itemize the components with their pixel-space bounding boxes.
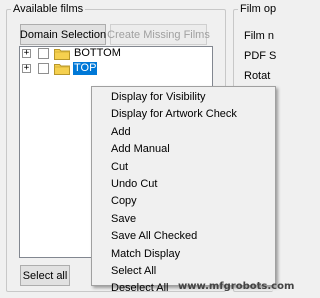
menu-item-undo-cut[interactable]: Undo Cut — [93, 176, 274, 193]
expand-icon[interactable]: + — [22, 49, 31, 58]
film-options-title: Film op — [238, 2, 279, 16]
context-menu: Display for Visibility Display for Artwo… — [91, 86, 276, 294]
watermark: www.mfgrobots.com — [178, 281, 295, 292]
available-films-title: Available films — [11, 2, 86, 16]
menu-item-cut[interactable]: Cut — [93, 159, 274, 176]
folder-icon — [54, 49, 70, 60]
film-name-label: Film n — [244, 30, 274, 42]
tree-item-label[interactable]: BOTTOM — [73, 47, 122, 60]
expand-icon[interactable]: + — [22, 64, 31, 73]
tree-checkbox-bottom[interactable] — [38, 48, 49, 59]
pdf-label: PDF S — [244, 50, 277, 62]
menu-item-display-artwork-check[interactable]: Display for Artwork Check — [93, 106, 274, 123]
menu-item-save-all-checked[interactable]: Save All Checked — [93, 228, 274, 245]
menu-item-select-all[interactable]: Select All — [93, 263, 274, 280]
folder-icon — [54, 64, 70, 75]
menu-item-match-display[interactable]: Match Display — [93, 246, 274, 263]
rotate-label: Rotat — [244, 70, 271, 82]
menu-item-add[interactable]: Add — [93, 124, 274, 141]
tree-item-label-selected[interactable]: TOP — [73, 62, 98, 75]
tree-checkbox-top[interactable] — [38, 63, 49, 74]
create-missing-films-button[interactable]: Create Missing Films — [107, 24, 210, 45]
menu-item-add-manual[interactable]: Add Manual — [93, 141, 274, 158]
select-all-button[interactable]: Select all — [20, 265, 70, 286]
domain-selection-button[interactable]: Domain Selection — [20, 24, 106, 45]
menu-item-display-visibility[interactable]: Display for Visibility — [93, 89, 274, 106]
menu-item-copy[interactable]: Copy — [93, 193, 274, 210]
menu-item-save[interactable]: Save — [93, 211, 274, 228]
